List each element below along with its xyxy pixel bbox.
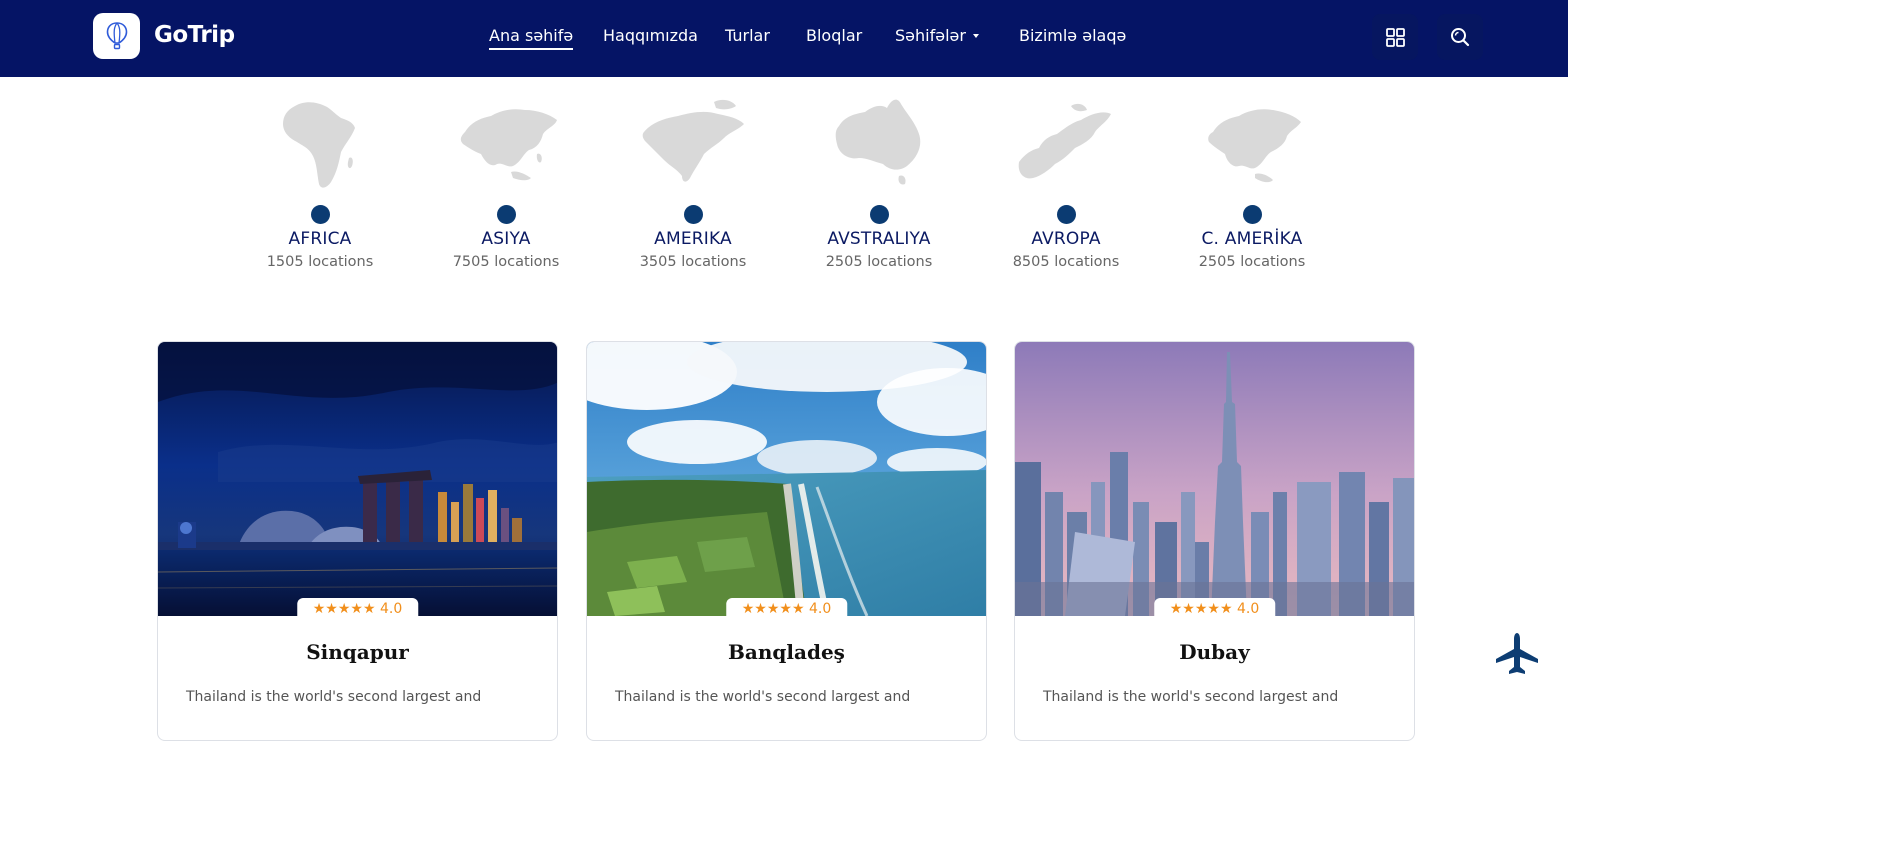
tour-title[interactable]: Banqladeş xyxy=(587,640,986,664)
stars-icon: ★★★★★ xyxy=(1169,601,1233,617)
nav-home[interactable]: Ana səhifə xyxy=(489,26,574,50)
region-count: 3505 locations xyxy=(639,254,747,270)
airplane-icon xyxy=(1496,633,1538,674)
region-dot xyxy=(683,205,703,224)
header: GoTrip Ana səhifə Haqqımızda Turlar Bloq… xyxy=(0,0,1568,77)
tour-card-singapore[interactable]: ★★★★★ 4.0 Sinqapur Thailand is the world… xyxy=(157,341,558,741)
grid-icon xyxy=(1385,27,1405,47)
region-count: 7505 locations xyxy=(452,254,560,270)
region-dot xyxy=(310,205,330,224)
tour-description: Thailand is the world's second largest a… xyxy=(1043,689,1339,705)
rating-value: 4.0 xyxy=(379,601,403,617)
south-america-map-icon xyxy=(1208,109,1301,183)
nav-pages-dropdown[interactable]: Səhifələr xyxy=(895,26,979,45)
chevron-down-icon xyxy=(972,34,979,38)
region-count: 1505 locations xyxy=(266,254,374,270)
north-america-map-icon xyxy=(642,99,744,182)
region-count: 8505 locations xyxy=(1012,254,1120,270)
region-south-america[interactable]: C. AMERİKA 2505 locations xyxy=(1177,92,1327,270)
nav-pages-label: Səhifələr xyxy=(895,26,966,45)
nav-about[interactable]: Haqqımızda xyxy=(603,26,698,45)
tour-card-dubai[interactable]: ★★★★★ 4.0 Dubay Thailand is the world's … xyxy=(1014,341,1415,741)
region-name: AVSTRALIYA xyxy=(827,229,931,249)
region-africa[interactable]: AFRICA 1505 locations xyxy=(245,92,395,270)
region-dot xyxy=(1056,205,1076,224)
rating-value: 4.0 xyxy=(1236,601,1260,617)
tour-description: Thailand is the world's second largest a… xyxy=(186,689,482,705)
region-count: 2505 locations xyxy=(1198,254,1306,270)
search-button[interactable] xyxy=(1437,14,1483,60)
tour-image-singapore[interactable] xyxy=(158,342,557,616)
region-name: AFRICA xyxy=(288,229,352,249)
main-nav: Ana səhifə Haqqımızda Turlar Bloqlar Səh… xyxy=(0,26,1568,56)
rating-value: 4.0 xyxy=(808,601,832,617)
tour-image-bangladesh[interactable] xyxy=(587,342,986,616)
region-australia[interactable]: AVSTRALIYA 2505 locations xyxy=(804,92,954,270)
region-dot xyxy=(496,205,516,224)
search-icon xyxy=(1451,28,1470,47)
europe-map-icon xyxy=(1018,103,1111,179)
tour-title[interactable]: Sinqapur xyxy=(158,640,557,664)
region-name: C. AMERİKA xyxy=(1201,229,1303,249)
stars-icon: ★★★★★ xyxy=(741,601,805,617)
nav-blogs[interactable]: Bloqlar xyxy=(806,26,862,45)
nav-tours[interactable]: Turlar xyxy=(725,26,770,45)
tour-image-dubai[interactable] xyxy=(1015,342,1414,616)
region-europe[interactable]: AVROPA 8505 locations xyxy=(991,92,1141,270)
region-count: 2505 locations xyxy=(825,254,933,270)
region-asia[interactable]: ASIYA 7505 locations xyxy=(431,92,581,270)
nav-contact[interactable]: Bizimlə əlaqə xyxy=(1019,26,1126,45)
rating-badge: ★★★★★ 4.0 xyxy=(1153,598,1276,617)
region-dot xyxy=(1242,205,1262,224)
tour-card-bangladesh[interactable]: ★★★★★ 4.0 Banqladeş Thailand is the worl… xyxy=(586,341,987,741)
region-name: AMERIKA xyxy=(654,229,732,249)
rating-badge: ★★★★★ 4.0 xyxy=(725,598,848,617)
stars-icon: ★★★★★ xyxy=(312,601,376,617)
tour-title[interactable]: Dubay xyxy=(1015,640,1414,664)
scroll-top-button[interactable] xyxy=(1494,631,1540,677)
region-name: AVROPA xyxy=(1031,229,1101,249)
region-dot xyxy=(869,205,889,224)
australia-map-icon xyxy=(835,99,921,185)
rating-badge: ★★★★★ 4.0 xyxy=(296,598,419,617)
asia-map-icon xyxy=(460,109,557,181)
region-name: ASIYA xyxy=(481,229,531,249)
africa-map-icon xyxy=(283,102,355,188)
grid-menu-button[interactable] xyxy=(1372,14,1418,60)
region-america[interactable]: AMERIKA 3505 locations xyxy=(618,92,768,270)
tour-description: Thailand is the world's second largest a… xyxy=(615,689,911,705)
